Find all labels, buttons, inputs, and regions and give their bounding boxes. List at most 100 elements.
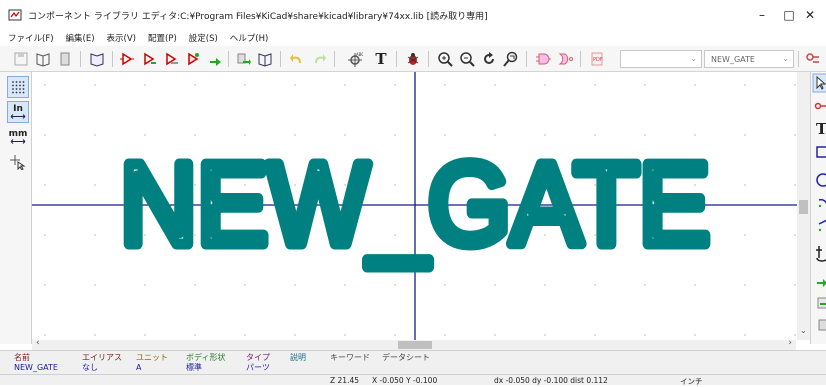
pin-table-icon[interactable]: ABC <box>346 50 364 68</box>
export-component-icon[interactable] <box>162 50 180 68</box>
menu-bar: ファイル(F) 編集(E) 表示(V) 配置(P) 設定(S) ヘルプ(H) <box>0 30 826 46</box>
vertical-scroll-thumb[interactable] <box>799 200 808 214</box>
info-name: 名前NEW_GATE <box>14 353 58 373</box>
add-text-icon[interactable]: T <box>816 120 826 138</box>
part-select-combo[interactable]: ⌄ <box>620 50 702 68</box>
info-description-label: 説明 <box>290 353 306 363</box>
info-alias-label: エイリアス <box>82 353 122 363</box>
horizontal-scrollbar[interactable]: ‹ › <box>32 340 796 350</box>
menu-file[interactable]: ファイル(F) <box>8 32 54 44</box>
add-pin-icon[interactable] <box>816 104 826 109</box>
vertical-scrollbar[interactable]: ⌄ <box>797 72 810 340</box>
close-button[interactable]: ✕ <box>794 0 826 30</box>
inch-units-button[interactable]: In <box>7 101 29 123</box>
menu-edit[interactable]: 編集(E) <box>66 32 95 44</box>
demorgan-style-icon[interactable] <box>556 50 574 68</box>
add-circle-icon[interactable] <box>817 174 826 186</box>
menu-preferences[interactable]: 設定(S) <box>189 32 218 44</box>
info-body-style-value: 標準 <box>186 363 225 373</box>
alias-select-value: NEW_GATE <box>711 55 755 64</box>
pin-settings-icon[interactable] <box>804 50 822 68</box>
save-library-icon[interactable] <box>12 50 30 68</box>
info-name-value: NEW_GATE <box>14 363 58 373</box>
drawing-canvas[interactable]: NEW_GATE <box>32 72 810 344</box>
info-unit-value: A <box>136 363 168 373</box>
export-graphic-icon[interactable] <box>818 298 826 308</box>
right-toolbar: T <box>810 72 826 344</box>
zoom-out-icon[interactable] <box>458 50 476 68</box>
scroll-right-icon[interactable]: › <box>788 338 792 348</box>
library-docs-icon[interactable] <box>256 50 274 68</box>
info-type-value: パーツ <box>246 363 270 373</box>
normal-style-icon[interactable] <box>534 50 552 68</box>
info-body-style-label: ボディ形状 <box>186 353 225 363</box>
info-keywords: キーワード <box>330 353 370 363</box>
zoom-in-icon[interactable] <box>436 50 454 68</box>
horizontal-scroll-thumb[interactable] <box>398 341 432 349</box>
menu-place[interactable]: 配置(P) <box>148 32 177 44</box>
import-graphic-icon[interactable] <box>817 279 826 287</box>
redraw-icon[interactable] <box>480 50 498 68</box>
info-alias-value: なし <box>82 363 122 373</box>
scroll-down-icon[interactable]: ⌄ <box>800 326 807 335</box>
main-toolbar: ABC T PDF ⌄ NEW_GATE ⌄ <box>0 46 826 72</box>
delete-tool-icon[interactable] <box>819 320 826 330</box>
chevron-down-icon: ⌄ <box>690 54 697 63</box>
canvas-svg: NEW_GATE <box>32 72 810 344</box>
add-rectangle-icon[interactable] <box>817 147 826 157</box>
library-icon[interactable] <box>56 50 74 68</box>
menu-view[interactable]: 表示(V) <box>107 32 136 44</box>
info-alias: エイリアスなし <box>82 353 122 373</box>
left-toolbar: In mm <box>0 72 32 344</box>
units-arrow-icon <box>10 139 26 144</box>
window-title: コンポーネント ライブラリ エディタ:C:¥Program Files¥KiCa… <box>28 9 488 22</box>
svg-text:T: T <box>816 120 826 138</box>
create-component-icon[interactable] <box>184 50 202 68</box>
save-component-icon[interactable] <box>206 50 224 68</box>
bug-check-icon[interactable] <box>404 50 422 68</box>
new-component-icon[interactable] <box>118 50 136 68</box>
redo-icon[interactable] <box>310 50 328 68</box>
component-name-text[interactable]: NEW_GATE <box>120 139 710 269</box>
info-type-label: タイプ <box>246 353 270 363</box>
units-arrow-icon <box>10 114 26 119</box>
component-browse-icon[interactable] <box>88 50 106 68</box>
zoom-fit-icon[interactable] <box>502 50 520 68</box>
add-polyline-icon[interactable] <box>819 220 826 231</box>
library-browse-icon[interactable] <box>34 50 52 68</box>
zoom-readout: Z 21.45 <box>330 376 359 385</box>
menu-help[interactable]: ヘルプ(H) <box>230 32 269 44</box>
chevron-down-icon: ⌄ <box>782 54 789 63</box>
info-type: タイプパーツ <box>246 353 270 373</box>
svg-text:ABC: ABC <box>356 52 363 57</box>
library-editor-window: コンポーネント ライブラリ エディタ:C:¥Program Files¥KiCa… <box>0 0 826 385</box>
import-component-icon[interactable] <box>140 50 158 68</box>
datasheet-icon[interactable]: PDF <box>588 50 606 68</box>
anchor-icon[interactable] <box>816 246 826 261</box>
relative-position-readout: dx -0.050 dy -0.100 dist 0.112 <box>494 376 608 385</box>
svg-text:PDF: PDF <box>593 57 603 63</box>
component-info-panel: 名前NEW_GATEエイリアスなしユニットAボディ形状標準タイプパーツ説明キーワ… <box>0 350 826 374</box>
info-unit: ユニットA <box>136 353 168 373</box>
mm-units-label: mm <box>9 130 28 139</box>
cursor-shape-icon[interactable] <box>7 151 29 173</box>
grid-icon[interactable] <box>7 76 29 98</box>
add-arc-icon[interactable] <box>819 200 826 208</box>
cursor-position-readout: X -0.050 Y -0.100 <box>372 376 437 385</box>
scroll-left-icon[interactable]: ‹ <box>36 338 40 348</box>
copy-component-icon[interactable] <box>234 50 252 68</box>
status-bar: Z 21.45 X -0.050 Y -0.100 dx -0.050 dy -… <box>0 374 826 385</box>
undo-icon[interactable] <box>288 50 306 68</box>
info-unit-label: ユニット <box>136 353 168 363</box>
select-tool-icon[interactable] <box>813 74 826 92</box>
info-datasheet-label: データシート <box>382 353 430 363</box>
info-keywords-label: キーワード <box>330 353 370 363</box>
mm-units-button[interactable]: mm <box>7 126 29 148</box>
info-body-style: ボディ形状標準 <box>186 353 225 373</box>
title-bar: コンポーネント ライブラリ エディタ:C:¥Program Files¥KiCa… <box>0 0 826 30</box>
inch-units-label: In <box>13 105 23 114</box>
alias-select-combo[interactable]: NEW_GATE ⌄ <box>704 50 794 68</box>
units-readout: インチ <box>680 376 703 387</box>
text-icon[interactable]: T <box>372 50 390 68</box>
info-name-label: 名前 <box>14 353 58 363</box>
